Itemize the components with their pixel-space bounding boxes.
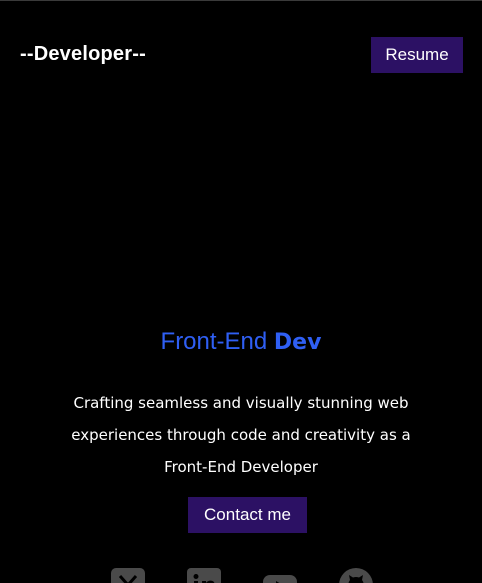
social-links xyxy=(0,564,482,583)
x-twitter-icon[interactable] xyxy=(111,568,145,583)
role-title-bold: Dev xyxy=(273,330,322,355)
resume-button[interactable]: Resume xyxy=(371,37,463,73)
tagline: Crafting seamless and visually stunning … xyxy=(71,394,411,476)
role-title-light: Front-End xyxy=(160,328,268,355)
github-icon[interactable] xyxy=(339,568,373,583)
brand-logo[interactable]: --Developer-- xyxy=(20,43,146,66)
contact-button[interactable]: Contact me xyxy=(188,497,307,533)
role-title: Front-End Dev xyxy=(0,328,482,356)
navbar: --Developer-- Resume xyxy=(0,1,482,111)
linkedin-icon[interactable] xyxy=(187,568,221,583)
youtube-icon[interactable] xyxy=(263,568,297,583)
